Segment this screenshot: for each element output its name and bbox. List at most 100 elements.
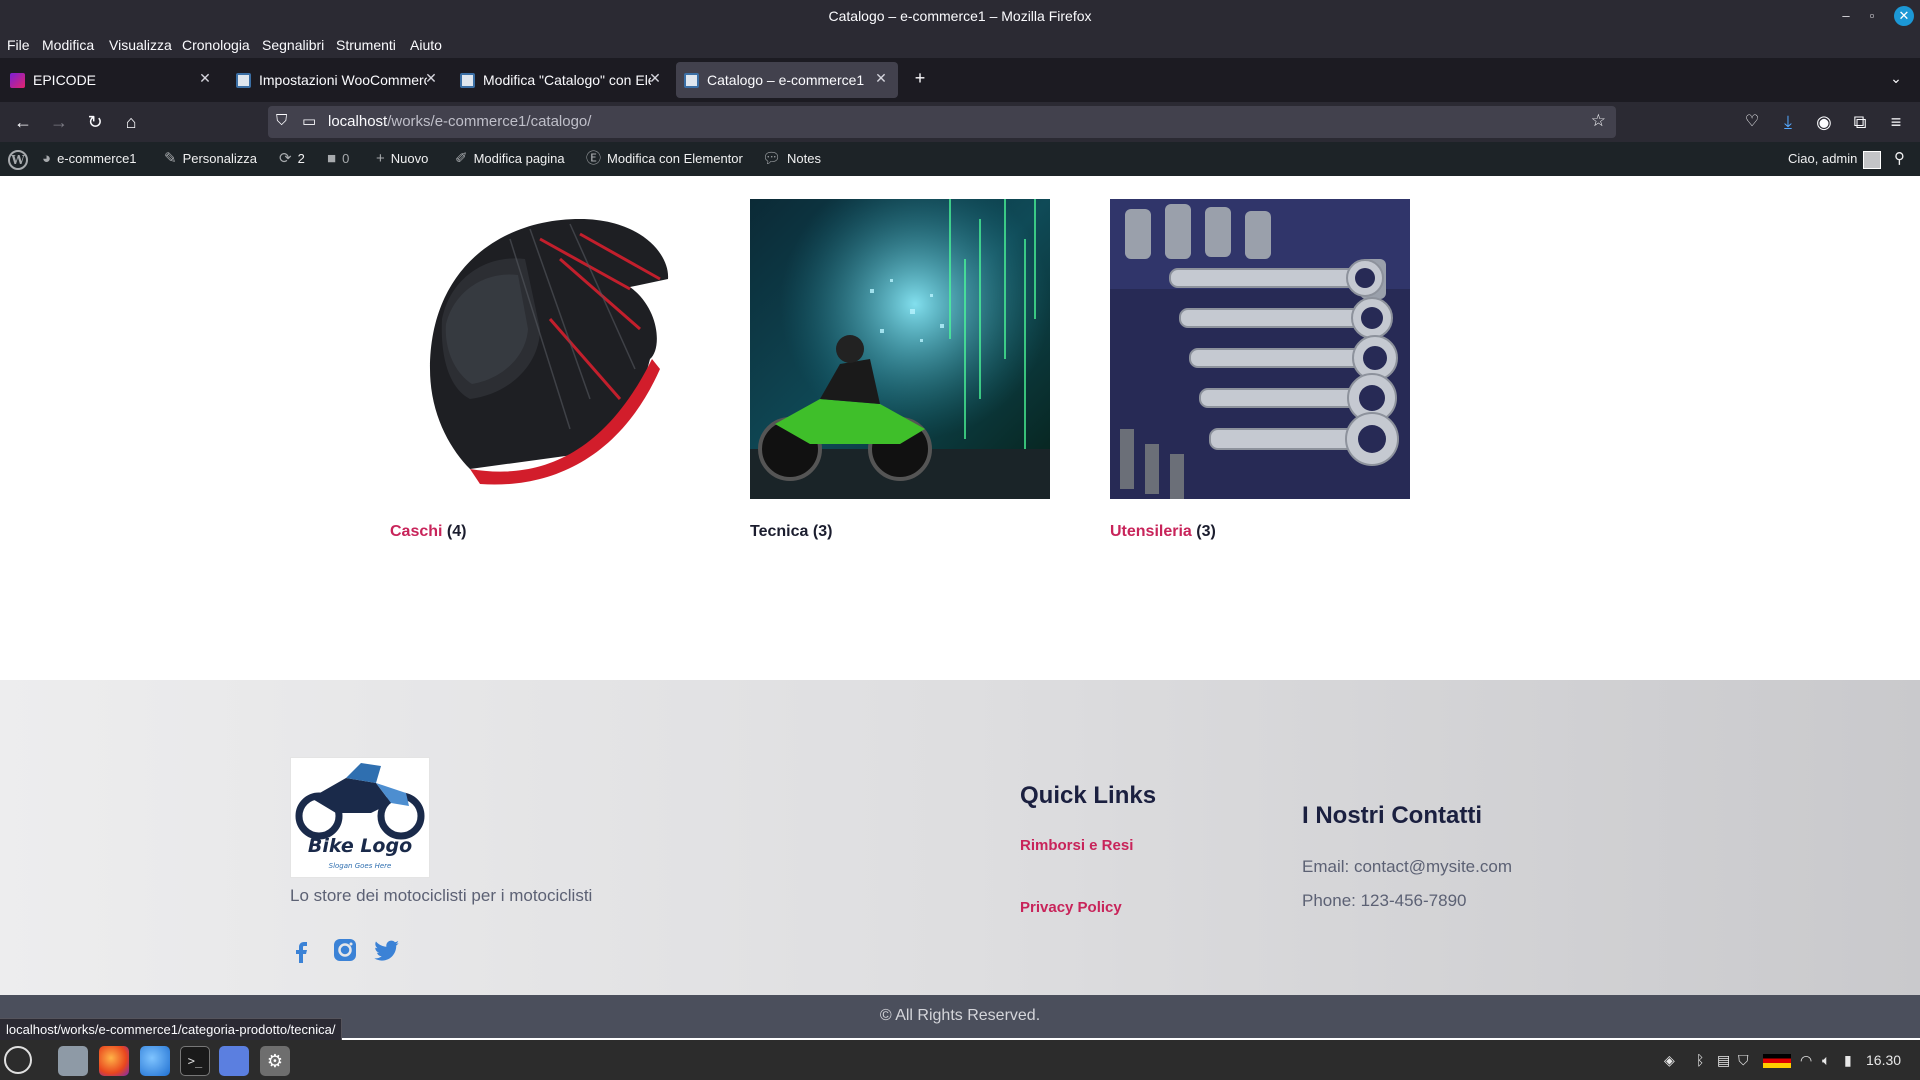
dashboard-icon: ◕ bbox=[42, 150, 52, 167]
instagram-icon[interactable] bbox=[331, 936, 359, 964]
hamburger-menu-icon[interactable]: ≡ bbox=[1884, 110, 1908, 134]
category-card-tecnica[interactable]: Tecnica (3) bbox=[750, 199, 1050, 541]
admin-updates-link[interactable]: ⟳ 2 bbox=[279, 142, 305, 176]
close-window-icon[interactable]: ✕ bbox=[1894, 6, 1914, 26]
twitter-icon[interactable] bbox=[374, 936, 402, 964]
admin-customize-link[interactable]: ✎ Personalizza bbox=[164, 142, 257, 176]
category-image-wrenches[interactable] bbox=[1110, 199, 1410, 499]
plus-icon: + bbox=[376, 150, 385, 167]
extensions-icon[interactable]: ⧉ bbox=[1848, 110, 1872, 134]
category-image-helmet[interactable] bbox=[390, 199, 690, 499]
category-image-motorcycle[interactable] bbox=[750, 199, 1050, 499]
shield-icon[interactable]: ⛉ bbox=[276, 112, 287, 129]
download-icon[interactable]: ⤓ bbox=[1776, 110, 1800, 134]
category-card-caschi[interactable]: Caschi (4) bbox=[390, 199, 690, 541]
wordpress-logo-icon[interactable]: W bbox=[8, 142, 28, 176]
tab-bar: EPICODE ✕ Impostazioni WooCommerc ✕ Modi… bbox=[0, 58, 1920, 102]
menu-bar: File Modifica Visualizza Cronologia Segn… bbox=[0, 32, 1920, 58]
logo-text: Bike Logo bbox=[308, 835, 412, 857]
tab-elementor-edit[interactable]: Modifica "Catalogo" con Ele ✕ bbox=[452, 62, 670, 98]
list-all-tabs-icon[interactable]: ⌄ bbox=[1884, 66, 1908, 90]
url-bar[interactable]: ⛉ ▭ localhost/works/e-commerce1/catalogo… bbox=[268, 106, 1616, 138]
category-count: (3) bbox=[812, 523, 833, 540]
footer-link-privacy[interactable]: Privacy Policy bbox=[1020, 899, 1122, 916]
thunderbird-icon[interactable] bbox=[140, 1046, 170, 1076]
account-icon[interactable]: ◉ bbox=[1812, 110, 1836, 134]
contacts-heading: I Nostri Contatti bbox=[1302, 802, 1482, 829]
admin-edit-page-link[interactable]: ✐ Modifica pagina bbox=[455, 142, 565, 176]
menu-modifica[interactable]: Modifica bbox=[42, 37, 94, 53]
close-tab-icon[interactable]: ✕ bbox=[872, 70, 890, 88]
navigation-bar: ← → ↻ ⌂ ⛉ ▭ localhost/works/e-commerce1/… bbox=[0, 102, 1920, 142]
wifi-icon[interactable]: ◠ bbox=[1800, 1052, 1812, 1069]
category-link-utensileria[interactable]: Utensileria bbox=[1110, 523, 1192, 540]
menu-strumenti[interactable]: Strumenti bbox=[336, 37, 396, 53]
admin-site-link[interactable]: ◕ e-commerce1 bbox=[42, 142, 137, 176]
close-tab-icon[interactable]: ✕ bbox=[422, 70, 440, 88]
menu-segnalibri[interactable]: Segnalibri bbox=[262, 37, 324, 53]
terminal-icon[interactable]: >_ bbox=[180, 1046, 210, 1076]
menu-cronologia[interactable]: Cronologia bbox=[182, 37, 250, 53]
admin-elementor-link[interactable]: Ⓔ Modifica con Elementor bbox=[586, 142, 743, 176]
site-logo[interactable]: Bike Logo Slogan Goes Here bbox=[290, 757, 430, 878]
elementor-icon: Ⓔ bbox=[586, 150, 602, 167]
shield-tray-icon[interactable]: ⛉ bbox=[1738, 1052, 1749, 1069]
tab-catalogo[interactable]: Catalogo – e-commerce1 ✕ bbox=[676, 62, 898, 98]
logo-slogan: Slogan Goes Here bbox=[329, 862, 392, 870]
admin-account-link[interactable]: Ciao, admin bbox=[1788, 142, 1882, 176]
volume-icon[interactable]: 🔈︎ bbox=[1822, 1052, 1830, 1069]
facebook-icon[interactable] bbox=[288, 936, 316, 964]
category-link-caschi[interactable]: Caschi bbox=[390, 523, 442, 540]
home-icon[interactable]: ⌂ bbox=[119, 110, 143, 134]
close-tab-icon[interactable]: ✕ bbox=[196, 70, 214, 88]
category-count: (4) bbox=[446, 523, 467, 540]
category-link-tecnica[interactable]: Tecnica bbox=[750, 523, 808, 540]
url-text[interactable]: localhost/works/e-commerce1/catalogo/ bbox=[328, 113, 591, 130]
footer-link-rimborsi[interactable]: Rimborsi e Resi bbox=[1020, 837, 1133, 854]
avatar bbox=[1863, 150, 1882, 169]
pocket-icon[interactable]: ♡ bbox=[1740, 110, 1764, 134]
back-icon[interactable]: ← bbox=[11, 110, 35, 134]
category-caption: Caschi (4) bbox=[390, 523, 690, 541]
catalog-content: Caschi (4) Tecnica (3) Utensileria (3) bbox=[0, 176, 1920, 680]
wordpress-icon bbox=[236, 73, 251, 88]
restore-icon[interactable]: ▫ bbox=[1862, 6, 1882, 26]
mint-menu-icon[interactable] bbox=[4, 1046, 32, 1074]
category-caption: Tecnica (3) bbox=[750, 523, 1050, 541]
files-icon[interactable] bbox=[58, 1046, 88, 1076]
reload-icon[interactable]: ↻ bbox=[83, 110, 107, 134]
clock[interactable]: 16.30 bbox=[1866, 1052, 1901, 1068]
tab-label: Impostazioni WooCommerc bbox=[259, 72, 427, 88]
wp-admin-bar: W ◕ e-commerce1 ✎ Personalizza ⟳ 2 ■ 0 + Nuov… bbox=[0, 142, 1920, 176]
admin-search-icon[interactable]: ⚲ bbox=[1894, 142, 1905, 176]
tab-woocommerce-settings[interactable]: Impostazioni WooCommerc ✕ bbox=[228, 62, 446, 98]
settings-gear-icon[interactable]: ⚙ bbox=[260, 1046, 290, 1076]
battery-icon[interactable]: ▮ bbox=[1844, 1052, 1852, 1069]
window-title: Catalogo – e-commerce1 – Mozilla Firefox bbox=[828, 8, 1092, 24]
category-card-utensileria[interactable]: Utensileria (3) bbox=[1110, 199, 1410, 541]
site-footer: Bike Logo Slogan Goes Here Lo store dei … bbox=[0, 680, 1920, 995]
keyboard-layout-flag-icon[interactable] bbox=[1763, 1054, 1791, 1068]
bookmark-star-icon[interactable]: ☆ bbox=[1591, 111, 1606, 131]
forward-icon[interactable]: → bbox=[47, 110, 71, 134]
firefox-icon[interactable] bbox=[99, 1046, 129, 1076]
page-icon[interactable]: ▭ bbox=[302, 112, 316, 130]
clipboard-icon[interactable]: ▤ bbox=[1717, 1052, 1730, 1069]
link-status-url: localhost/works/e-commerce1/categoria-pr… bbox=[0, 1018, 343, 1040]
admin-notes-link[interactable]: 💬︎ Notes bbox=[762, 142, 821, 176]
minimize-icon[interactable]: – bbox=[1836, 6, 1856, 26]
close-tab-icon[interactable]: ✕ bbox=[646, 70, 664, 88]
menu-file[interactable]: File bbox=[7, 37, 30, 53]
discord-icon[interactable]: ◈ bbox=[1664, 1052, 1675, 1069]
tab-epicode[interactable]: EPICODE ✕ bbox=[2, 62, 220, 98]
menu-visualizza[interactable]: Visualizza bbox=[109, 37, 172, 53]
updates-icon: ⟳ bbox=[279, 150, 292, 167]
menu-aiuto[interactable]: Aiuto bbox=[410, 37, 442, 53]
admin-new-link[interactable]: + Nuovo bbox=[376, 142, 428, 176]
admin-comments-link[interactable]: ■ 0 bbox=[327, 142, 349, 176]
url-host: localhost bbox=[328, 113, 388, 130]
bluetooth-icon[interactable]: ᛒ bbox=[1696, 1052, 1704, 1068]
workspace-icon[interactable] bbox=[219, 1046, 249, 1076]
new-tab-icon[interactable]: + bbox=[908, 66, 932, 90]
footer-tagline: Lo store dei motociclisti per i motocicl… bbox=[290, 886, 593, 905]
